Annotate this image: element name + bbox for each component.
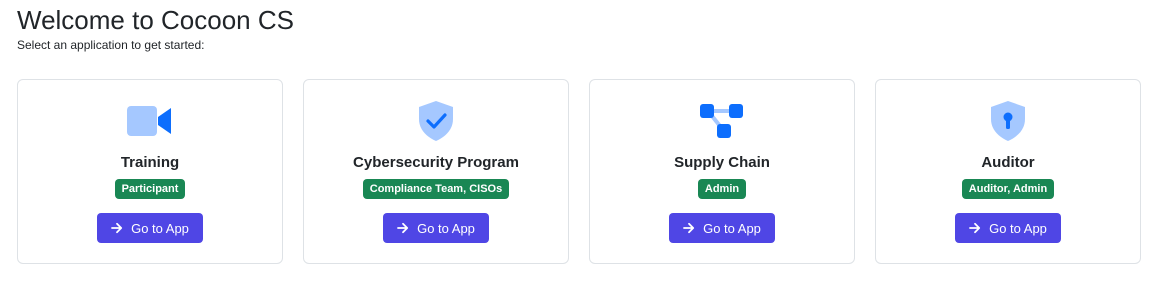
arrow-right-icon	[111, 222, 123, 234]
page-subtitle: Select an application to get started:	[17, 38, 205, 52]
app-card-cybersecurity-program: Cybersecurity Program Compliance Team, C…	[303, 79, 569, 264]
go-to-app-button[interactable]: Go to App	[97, 213, 203, 243]
role-badge: Participant	[114, 179, 186, 199]
app-title: Supply Chain	[674, 154, 770, 171]
go-to-app-button[interactable]: Go to App	[955, 213, 1061, 243]
app-title: Auditor	[981, 154, 1035, 171]
arrow-right-icon	[683, 222, 695, 234]
button-label: Go to App	[703, 220, 761, 236]
arrow-right-icon	[969, 222, 981, 234]
role-badge: Compliance Team, CISOs	[362, 179, 510, 199]
app-card-supply-chain: Supply Chain Admin Go to App	[589, 79, 855, 264]
app-title: Cybersecurity Program	[353, 154, 519, 171]
button-label: Go to App	[989, 220, 1047, 236]
button-label: Go to App	[131, 220, 189, 236]
go-to-app-button[interactable]: Go to App	[383, 213, 489, 243]
shield-keyhole-icon	[984, 101, 1032, 141]
role-badge: Admin	[697, 179, 747, 199]
arrow-right-icon	[397, 222, 409, 234]
video-camera-icon	[126, 101, 174, 141]
go-to-app-button[interactable]: Go to App	[669, 213, 775, 243]
network-nodes-icon	[698, 101, 746, 141]
shield-check-icon	[412, 101, 460, 141]
app-cards: Training Participant Go to App Cybersecu…	[17, 79, 1141, 264]
app-card-auditor: Auditor Auditor, Admin Go to App	[875, 79, 1141, 264]
role-badge: Auditor, Admin	[961, 179, 1055, 199]
app-title: Training	[120, 154, 180, 171]
welcome-page: Welcome to Cocoon CS Select an applicati…	[0, 0, 1155, 298]
button-label: Go to App	[417, 220, 475, 236]
app-card-training: Training Participant Go to App	[17, 79, 283, 264]
page-title: Welcome to Cocoon CS	[17, 5, 294, 35]
